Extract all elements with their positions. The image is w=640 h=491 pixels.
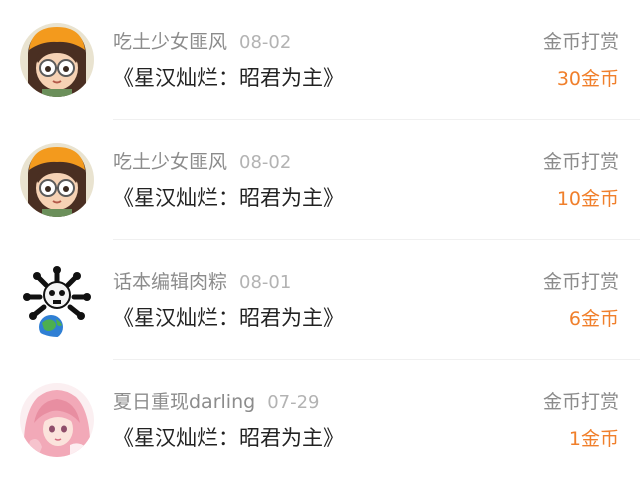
skull-earth-avatar-icon xyxy=(20,263,94,337)
gift-amount: 1金币 xyxy=(568,428,619,450)
list-item[interactable]: 夏日重现darling 07-29 《星汉灿烂：昭君为主》 金币打赏 1金币 xyxy=(0,360,640,480)
gift-amount: 10金币 xyxy=(556,188,619,210)
list-item[interactable]: 吃土少女匪风 08-02 《星汉灿烂：昭君为主》 金币打赏 10金币 xyxy=(0,120,640,240)
avatar[interactable] xyxy=(20,23,94,97)
username[interactable]: 吃土少女匪风 xyxy=(113,151,227,173)
cartoon-girl-glasses-avatar-icon xyxy=(20,23,94,97)
gift-date: 07-29 xyxy=(267,392,320,413)
book-title[interactable]: 《星汉灿烂：昭君为主》 xyxy=(113,183,344,213)
gift-record-list: 吃土少女匪风 08-02 《星汉灿烂：昭君为主》 金币打赏 30金币 吃土少女匪… xyxy=(0,0,640,491)
avatar[interactable] xyxy=(20,383,94,457)
book-title[interactable]: 《星汉灿烂：昭君为主》 xyxy=(113,303,344,333)
gift-date: 08-02 xyxy=(239,152,292,173)
username[interactable]: 吃土少女匪风 xyxy=(113,31,227,53)
gift-amount: 6金币 xyxy=(568,308,619,330)
username-line: 吃土少女匪风 08-02 xyxy=(113,30,291,55)
gift-type-label: 金币打赏 xyxy=(542,31,619,53)
cartoon-girl-glasses-avatar-icon xyxy=(20,143,94,217)
list-item[interactable]: 吃土少女匪风 08-02 《星汉灿烂：昭君为主》 金币打赏 30金币 xyxy=(0,0,640,120)
gift-date: 08-02 xyxy=(239,32,292,53)
gift-type-label: 金币打赏 xyxy=(542,391,619,413)
gift-type-label: 金币打赏 xyxy=(542,271,619,293)
gift-date: 08-01 xyxy=(239,272,292,293)
avatar[interactable] xyxy=(20,143,94,217)
username-line: 吃土少女匪风 08-02 xyxy=(113,150,291,175)
list-item[interactable]: 话本编辑肉粽 08-01 《星汉灿烂：昭君为主》 金币打赏 6金币 xyxy=(0,240,640,360)
book-title[interactable]: 《星汉灿烂：昭君为主》 xyxy=(113,423,344,453)
username[interactable]: 夏日重现darling xyxy=(113,391,255,413)
username-line: 夏日重现darling 07-29 xyxy=(113,390,320,415)
username-line: 话本编辑肉粽 08-01 xyxy=(113,270,291,295)
username[interactable]: 话本编辑肉粽 xyxy=(113,271,227,293)
avatar[interactable] xyxy=(20,263,94,337)
gift-type-label: 金币打赏 xyxy=(542,151,619,173)
gift-amount: 30金币 xyxy=(556,68,619,90)
anime-pink-hair-avatar-icon xyxy=(20,383,94,457)
book-title[interactable]: 《星汉灿烂：昭君为主》 xyxy=(113,63,344,93)
